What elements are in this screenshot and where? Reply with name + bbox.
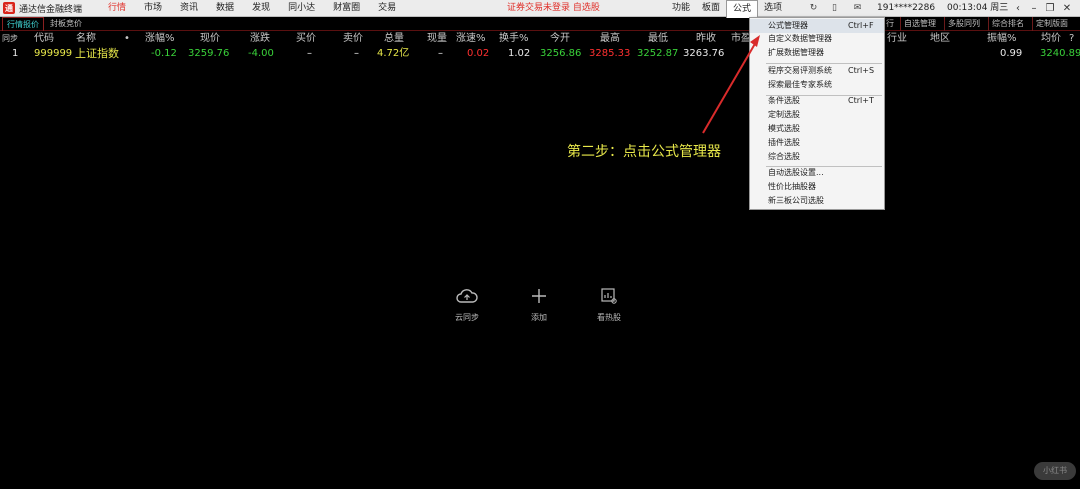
watermark-badge: 小红书 xyxy=(1034,462,1076,480)
annotation-text: 第二步：点击公式管理器 xyxy=(567,144,721,160)
annotation-arrow xyxy=(702,35,760,134)
cloud-sync-label: 云同步 xyxy=(455,313,479,322)
chart-search-icon xyxy=(589,286,629,306)
hot-stocks-button[interactable]: 看热股 xyxy=(589,286,629,323)
cloud-sync-button[interactable]: 云同步 xyxy=(447,286,487,323)
add-label: 添加 xyxy=(531,313,547,322)
plus-icon xyxy=(519,286,559,306)
cloud-icon xyxy=(447,286,487,306)
add-button[interactable]: 添加 xyxy=(519,286,559,323)
hot-stocks-label: 看热股 xyxy=(597,313,621,322)
